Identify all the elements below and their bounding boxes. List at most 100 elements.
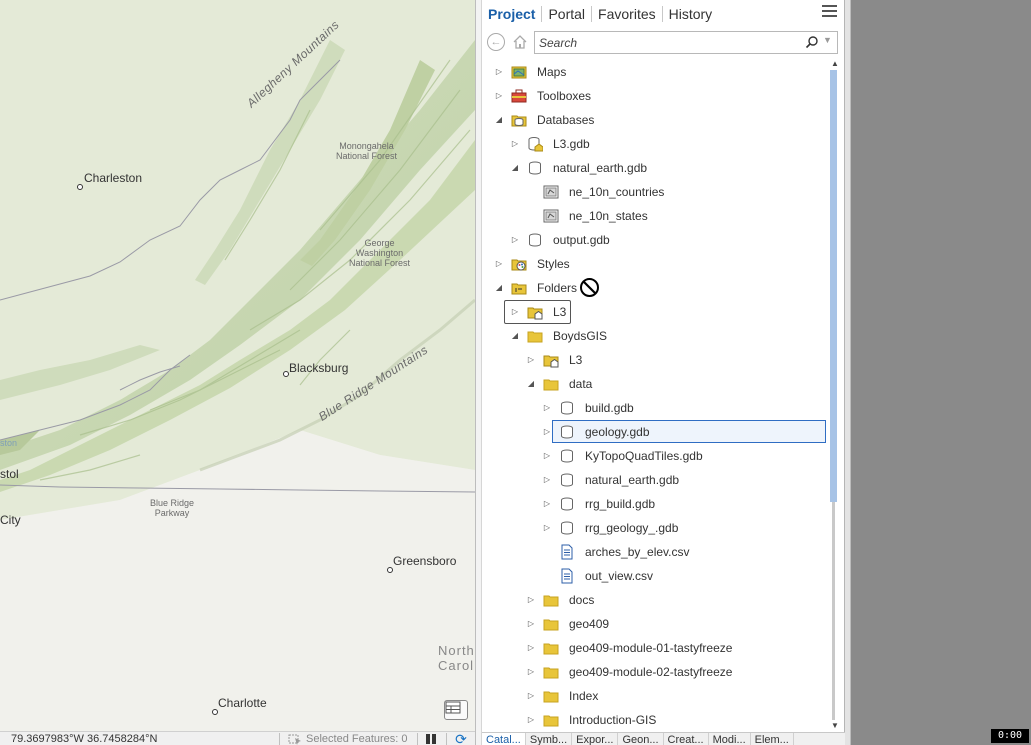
bottom-tab[interactable]: Catal...	[482, 733, 526, 745]
tree-item[interactable]: out_view.csv	[482, 564, 828, 588]
tree-item[interactable]: ▷ Maps	[482, 60, 828, 84]
bottom-tab[interactable]: Modi...	[709, 733, 751, 745]
chevron-down-icon[interactable]: ▼	[823, 35, 832, 45]
expand-triangle-icon[interactable]: ▷	[510, 235, 520, 245]
tree-item[interactable]: ▷ L3.gdb	[482, 132, 828, 156]
tree-item[interactable]: ◢ natural_earth.gdb	[482, 156, 828, 180]
tab-project[interactable]: Project	[488, 6, 541, 22]
collapse-triangle-icon[interactable]: ◢	[510, 331, 520, 341]
map-table-tool-button[interactable]	[444, 700, 468, 720]
tree-item-label: Introduction-GIS	[569, 713, 657, 727]
expand-triangle-icon[interactable]: ▷	[526, 667, 536, 677]
tree-item-label: ne_10n_countries	[569, 185, 665, 199]
tree-item[interactable]: arches_by_elev.csv	[482, 540, 828, 564]
tree-item[interactable]: ne_10n_states	[482, 204, 828, 228]
tree-item-label: L3.gdb	[553, 137, 590, 151]
pause-drawing-button[interactable]	[425, 734, 438, 744]
bottom-tab[interactable]: Expor...	[572, 733, 619, 745]
back-arrow-icon[interactable]: ←	[487, 33, 505, 51]
tree-item[interactable]: ▷ geology.gdb	[482, 420, 828, 444]
expand-triangle-icon[interactable]: ▷	[510, 307, 520, 317]
tree-item[interactable]: ▷ geo409-module-01-tastyfreeze	[482, 636, 828, 660]
expand-triangle-icon[interactable]: ▷	[542, 523, 552, 533]
expand-triangle-icon[interactable]: ▷	[494, 259, 504, 269]
scroll-track[interactable]	[832, 502, 835, 720]
tree-item[interactable]: ◢ data	[482, 372, 828, 396]
tree-item[interactable]: ▷ rrg_geology_.gdb	[482, 516, 828, 540]
expand-triangle-icon[interactable]: ▷	[494, 67, 504, 77]
expand-triangle-icon[interactable]: ▷	[542, 427, 552, 437]
home-folder-icon	[527, 307, 543, 320]
tree-item[interactable]: ▷ L3	[482, 300, 828, 324]
folder-icon	[527, 331, 543, 343]
tree-item[interactable]: ▷ rrg_build.gdb	[482, 492, 828, 516]
toolbox-icon	[511, 89, 527, 103]
bottom-tab[interactable]: Creat...	[664, 733, 709, 745]
scroll-down-icon[interactable]: ▼	[830, 722, 840, 730]
tree-item[interactable]: ▷ output.gdb	[482, 228, 828, 252]
expand-triangle-icon[interactable]: ▷	[542, 403, 552, 413]
pane-splitter[interactable]	[475, 0, 482, 745]
expand-triangle-icon[interactable]: ▷	[542, 499, 552, 509]
tree-item[interactable]: ▷ KyTopoQuadTiles.gdb	[482, 444, 828, 468]
catalog-search-box[interactable]: ▼	[534, 31, 838, 54]
scroll-up-icon[interactable]: ▲	[830, 60, 840, 68]
expand-triangle-icon[interactable]: ▷	[542, 475, 552, 485]
tab-history[interactable]: History	[661, 6, 719, 22]
map-view[interactable]: Allegheny Mountains Blue Ridge Mountains…	[0, 0, 475, 731]
gdb-icon	[529, 233, 541, 247]
tree-item-label: Index	[569, 689, 599, 703]
expand-triangle-icon[interactable]: ▷	[526, 355, 536, 365]
tree-item[interactable]: ▷ docs	[482, 588, 828, 612]
search-icon[interactable]	[805, 35, 819, 49]
catalog-scrollbar[interactable]: ▲ ▼	[828, 58, 842, 732]
collapse-triangle-icon[interactable]: ◢	[526, 379, 536, 389]
tree-item[interactable]: ne_10n_countries	[482, 180, 828, 204]
tree-item[interactable]: ▷ geo409	[482, 612, 828, 636]
tab-favorites[interactable]: Favorites	[591, 6, 662, 22]
collapse-triangle-icon[interactable]: ◢	[494, 115, 504, 125]
monongahela-forest-label: Monongahela National Forest	[336, 141, 398, 161]
refresh-icon[interactable]: ⟳	[452, 732, 470, 745]
tree-item[interactable]: ◢ Folders	[482, 276, 828, 300]
gdb-icon	[561, 497, 573, 511]
tree-item[interactable]: ▷ Toolboxes	[482, 84, 828, 108]
tab-portal[interactable]: Portal	[541, 6, 591, 22]
tree-item-label: rrg_geology_.gdb	[585, 521, 679, 535]
expand-triangle-icon[interactable]: ▷	[494, 91, 504, 101]
tree-item[interactable]: ▷ Styles	[482, 252, 828, 276]
expand-triangle-icon[interactable]: ▷	[526, 715, 536, 725]
collapse-triangle-icon[interactable]: ◢	[494, 283, 504, 293]
bottom-tab[interactable]: Elem...	[751, 733, 794, 745]
tree-item[interactable]: ▷ Introduction-GIS	[482, 708, 828, 732]
expand-triangle-icon[interactable]: ▷	[542, 451, 552, 461]
expand-triangle-icon[interactable]: ▷	[526, 691, 536, 701]
search-input[interactable]	[539, 35, 799, 51]
expand-triangle-icon[interactable]: ▷	[526, 619, 536, 629]
tree-item[interactable]: ▷ L3	[482, 348, 828, 372]
bottom-pane-tabs: Catal... Symb... Expor... Geon... Creat... Mo…	[482, 732, 845, 745]
expand-triangle-icon[interactable]: ▷	[526, 643, 536, 653]
selected-features-status[interactable]: Selected Features: 0	[288, 733, 408, 745]
hamburger-menu-icon[interactable]	[822, 5, 837, 19]
city-label-blacksburg: Blacksburg	[289, 361, 349, 375]
tree-item[interactable]: ▷ geo409-module-02-tastyfreeze	[482, 660, 828, 684]
edge-label-ston: ston	[0, 438, 18, 448]
bottom-tab[interactable]: Geon...	[618, 733, 664, 745]
tree-item[interactable]: ▷ Index	[482, 684, 828, 708]
tree-item-label: Databases	[537, 113, 595, 127]
folder-icon	[543, 595, 559, 607]
feature-class-icon	[543, 185, 559, 199]
bottom-tab[interactable]: Symb...	[526, 733, 573, 745]
tree-item[interactable]: ▷ natural_earth.gdb	[482, 468, 828, 492]
tree-item[interactable]: ◢ BoydsGIS	[482, 324, 828, 348]
tree-item-label: natural_earth.gdb	[585, 473, 680, 487]
folder-icon	[543, 619, 559, 631]
expand-triangle-icon[interactable]: ▷	[526, 595, 536, 605]
home-icon[interactable]	[512, 34, 528, 50]
collapse-triangle-icon[interactable]: ◢	[510, 163, 520, 173]
expand-triangle-icon[interactable]: ▷	[510, 139, 520, 149]
tree-item[interactable]: ▷ build.gdb	[482, 396, 828, 420]
tree-item[interactable]: ◢ Databases	[482, 108, 828, 132]
scroll-thumb[interactable]	[830, 70, 837, 502]
